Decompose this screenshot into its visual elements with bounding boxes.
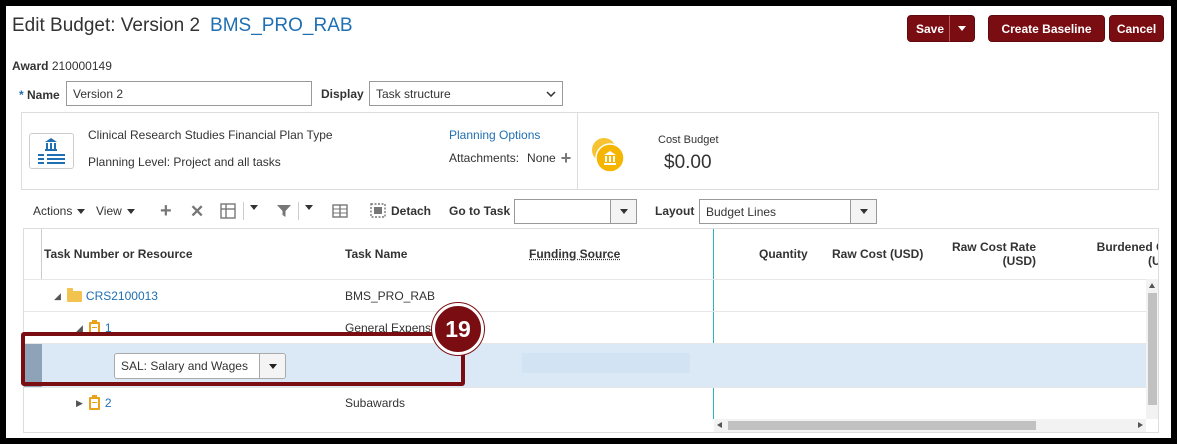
chevron-down-icon bbox=[77, 208, 86, 214]
column-header-quantity[interactable]: Quantity bbox=[759, 229, 808, 279]
award-info: Award 210000149 bbox=[12, 59, 112, 73]
table-row-task-number[interactable]: ▶ 2 bbox=[76, 388, 112, 418]
planning-level-text: Planning Level: Project and all tasks bbox=[88, 155, 281, 169]
row-selector-header bbox=[24, 229, 42, 279]
folder-icon bbox=[66, 287, 82, 302]
attachments-group: Attachments: None + bbox=[449, 149, 572, 167]
cost-budget-value: $0.00 bbox=[664, 152, 712, 173]
cost-budget-label: Cost Budget bbox=[658, 134, 719, 146]
plan-type-icon bbox=[29, 133, 74, 169]
actions-menu-label: Actions bbox=[33, 204, 73, 218]
layout-label: Layout bbox=[655, 204, 695, 218]
budget-lines-table: Task Number or Resource Task Name Fundin… bbox=[23, 228, 1159, 433]
column-header-raw-cost[interactable]: Raw Cost (USD) bbox=[832, 229, 923, 279]
frozen-column-divider[interactable] bbox=[713, 229, 714, 419]
scroll-up-icon[interactable] bbox=[1149, 283, 1155, 288]
name-label-group: * Name bbox=[19, 88, 60, 102]
attachments-label: Attachments: bbox=[449, 151, 520, 165]
add-attachment-icon[interactable]: + bbox=[561, 149, 572, 167]
table-row-task-name: BMS_PRO_RAB bbox=[345, 289, 436, 303]
panel-divider bbox=[577, 112, 578, 190]
chevron-down-icon bbox=[126, 208, 135, 214]
award-label: Award bbox=[12, 59, 49, 73]
name-field[interactable]: Version 2 bbox=[66, 81, 312, 106]
column-header-raw-cost-rate-line1: Raw Cost Rate bbox=[951, 240, 1036, 254]
view-menu[interactable]: View bbox=[96, 204, 135, 218]
required-mark: * bbox=[19, 88, 24, 102]
page-title-text: Edit Budget: Version 2 bbox=[12, 15, 201, 36]
display-label: Display bbox=[321, 87, 364, 101]
go-to-task-field[interactable] bbox=[514, 199, 637, 224]
detach-icon bbox=[370, 203, 386, 218]
freeze-dropdown[interactable] bbox=[250, 205, 258, 228]
table-row-task-name: Subawards bbox=[345, 396, 406, 410]
row-divider bbox=[24, 279, 1146, 280]
filter-icon[interactable] bbox=[276, 203, 292, 224]
filter-dropdown[interactable] bbox=[305, 205, 313, 228]
column-header-raw-cost-rate-line2: (USD) bbox=[1002, 254, 1036, 268]
name-field-value: Version 2 bbox=[73, 86, 124, 101]
page-title: Edit Budget: Version 2 BMS_PRO_RAB bbox=[12, 15, 353, 37]
view-menu-label: View bbox=[96, 204, 122, 218]
layout-dropdown[interactable] bbox=[850, 200, 876, 223]
toolbar-separator bbox=[243, 202, 244, 220]
column-header-task-number[interactable]: Task Number or Resource bbox=[44, 229, 193, 279]
task-number-link[interactable]: 2 bbox=[105, 396, 112, 410]
actions-menu[interactable]: Actions bbox=[33, 204, 86, 218]
detach-button[interactable]: Detach bbox=[370, 203, 431, 218]
award-value: 210000149 bbox=[51, 59, 112, 73]
vertical-scrollbar[interactable] bbox=[1146, 279, 1158, 419]
column-header-burdened-cost-line1: Burdened Co bbox=[1096, 240, 1158, 254]
column-header-burdened-cost[interactable]: Burdened Co (USI bbox=[1062, 229, 1158, 279]
collapse-icon[interactable]: ◢ bbox=[54, 291, 61, 302]
scroll-left-icon[interactable] bbox=[717, 422, 722, 428]
task-icon bbox=[88, 394, 100, 410]
layout-select-value: Budget Lines bbox=[706, 204, 777, 219]
chevron-down-icon bbox=[305, 205, 313, 227]
column-header-funding-source[interactable]: Funding Source bbox=[529, 229, 620, 279]
save-dropdown-button[interactable] bbox=[949, 15, 975, 42]
row-divider bbox=[24, 387, 1146, 388]
row-divider bbox=[24, 311, 1146, 312]
vertical-scrollbar-thumb[interactable] bbox=[1148, 293, 1157, 405]
delete-icon[interactable]: ✕ bbox=[190, 202, 204, 222]
chevron-down-icon bbox=[958, 26, 966, 31]
callout-step-badge: 19 bbox=[432, 303, 484, 355]
chevron-down-icon bbox=[619, 209, 628, 214]
cancel-button[interactable]: Cancel bbox=[1109, 15, 1164, 42]
column-header-raw-cost-rate[interactable]: Raw Cost Rate (USD) bbox=[936, 229, 1036, 279]
layout-select[interactable]: Budget Lines bbox=[699, 199, 877, 224]
toolbar-separator bbox=[298, 202, 299, 220]
display-select[interactable]: Task structure bbox=[369, 81, 563, 106]
task-number-link[interactable]: CRS2100013 bbox=[86, 289, 158, 303]
horizontal-scrollbar[interactable] bbox=[714, 419, 1146, 432]
save-button[interactable]: Save bbox=[907, 15, 953, 42]
chevron-down-icon bbox=[859, 209, 868, 214]
attachments-value: None bbox=[527, 151, 556, 165]
expand-icon[interactable]: ▶ bbox=[76, 398, 83, 409]
column-icon[interactable] bbox=[332, 203, 348, 224]
callout-highlight-box bbox=[21, 332, 465, 386]
column-header-burdened-cost-line2: (USI bbox=[1148, 254, 1158, 268]
create-baseline-button[interactable]: Create Baseline bbox=[988, 15, 1105, 42]
go-to-task-label: Go to Task bbox=[449, 204, 511, 218]
cost-budget-icon bbox=[590, 136, 628, 174]
horizontal-scrollbar-thumb[interactable] bbox=[728, 421, 1036, 430]
add-icon[interactable]: + bbox=[160, 200, 172, 223]
funding-source-cell[interactable] bbox=[522, 353, 690, 373]
name-label: Name bbox=[27, 88, 60, 102]
detach-label: Detach bbox=[391, 203, 432, 218]
column-header-task-name[interactable]: Task Name bbox=[345, 229, 407, 279]
table-row-task-number[interactable]: ◢ CRS2100013 bbox=[54, 281, 158, 311]
page-subtitle: BMS_PRO_RAB bbox=[210, 15, 353, 36]
display-select-value: Task structure bbox=[376, 86, 451, 101]
go-to-task-dropdown[interactable] bbox=[610, 200, 636, 223]
planning-options-link[interactable]: Planning Options bbox=[449, 128, 540, 142]
scroll-right-icon[interactable] bbox=[1138, 422, 1143, 428]
chevron-down-icon bbox=[250, 205, 258, 227]
edit-budget-page: Edit Budget: Version 2 BMS_PRO_RAB Save C… bbox=[6, 6, 1171, 438]
plan-type-text: Clinical Research Studies Financial Plan… bbox=[88, 128, 333, 142]
chevron-down-icon bbox=[546, 90, 556, 97]
freeze-icon[interactable] bbox=[220, 203, 236, 224]
